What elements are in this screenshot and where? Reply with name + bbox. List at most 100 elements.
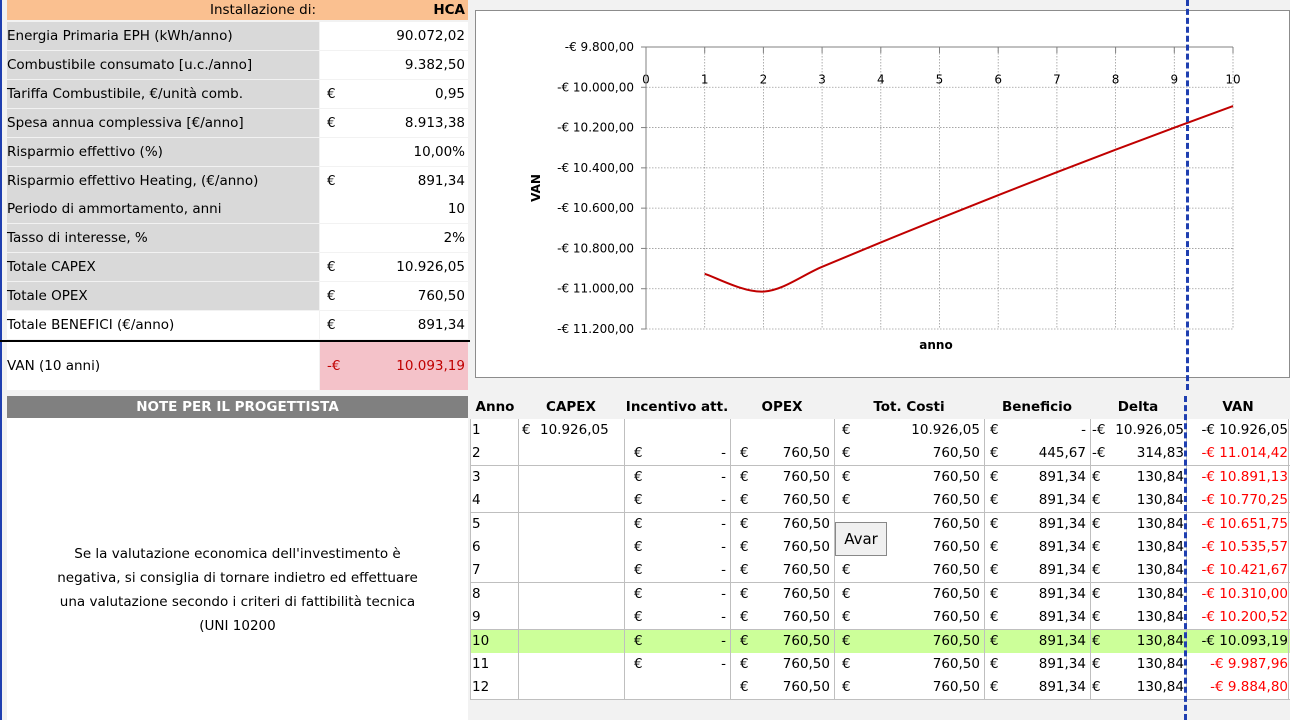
cell-van[interactable]: -€ 9.884,80 bbox=[1188, 676, 1288, 698]
cell-beneficio[interactable]: 891,34 bbox=[1010, 513, 1086, 535]
cell-capex[interactable] bbox=[540, 559, 620, 581]
cell-van[interactable]: -€ 10.770,25 bbox=[1188, 489, 1288, 511]
cell-opex-currency[interactable]: € bbox=[740, 653, 760, 675]
cell-capex[interactable] bbox=[540, 653, 620, 675]
cell-capex[interactable] bbox=[540, 442, 620, 464]
cell-tot-costi[interactable]: 760,50 bbox=[862, 489, 980, 511]
cell-incentivo[interactable]: - bbox=[654, 653, 726, 675]
parameter-value[interactable]: 10 bbox=[360, 195, 468, 224]
cell-beneficio-currency[interactable]: € bbox=[990, 513, 1010, 535]
cell-tot-costi[interactable]: 760,50 bbox=[862, 676, 980, 698]
cell-incentivo-currency[interactable]: € bbox=[634, 653, 654, 675]
cell-tot-currency[interactable]: € bbox=[842, 442, 862, 464]
cell-opex-currency[interactable]: € bbox=[740, 559, 760, 581]
cell-opex-currency[interactable]: € bbox=[740, 536, 760, 558]
parameter-value[interactable]: 891,34 bbox=[360, 166, 468, 195]
cell-delta[interactable]: 130,84 bbox=[1112, 630, 1184, 652]
cell-beneficio-currency[interactable]: € bbox=[990, 419, 1010, 441]
cell-anno[interactable]: 12 bbox=[472, 676, 512, 698]
parameter-value[interactable]: 760,50 bbox=[360, 282, 468, 311]
cell-tot-costi[interactable]: 10.926,05 bbox=[862, 419, 980, 441]
cell-tot-costi[interactable]: 760,50 bbox=[862, 466, 980, 488]
cell-beneficio[interactable]: 891,34 bbox=[1010, 466, 1086, 488]
cell-capex-currency[interactable] bbox=[522, 513, 542, 535]
cell-tot-currency[interactable]: € bbox=[842, 630, 862, 652]
cell-beneficio[interactable]: 891,34 bbox=[1010, 653, 1086, 675]
cell-beneficio-currency[interactable]: € bbox=[990, 653, 1010, 675]
cell-van[interactable]: -€ 10.310,00 bbox=[1188, 583, 1288, 605]
cell-tot-currency[interactable]: € bbox=[842, 559, 862, 581]
cell-capex-currency[interactable]: € bbox=[522, 419, 542, 441]
parameter-value[interactable]: 90.072,02 bbox=[360, 22, 468, 50]
cell-beneficio[interactable]: 445,67 bbox=[1010, 442, 1086, 464]
cell-capex[interactable] bbox=[540, 630, 620, 652]
cell-anno[interactable]: 4 bbox=[472, 489, 512, 511]
cell-opex[interactable]: 760,50 bbox=[760, 630, 830, 652]
cell-tot-currency[interactable]: € bbox=[842, 419, 862, 441]
cell-anno[interactable]: 9 bbox=[472, 606, 512, 628]
cell-tot-costi[interactable]: 760,50 bbox=[862, 442, 980, 464]
cell-anno[interactable]: 5 bbox=[472, 513, 512, 535]
cell-capex[interactable] bbox=[540, 536, 620, 558]
cell-opex[interactable]: 760,50 bbox=[760, 559, 830, 581]
cell-tot-costi[interactable]: 760,50 bbox=[862, 653, 980, 675]
cell-incentivo-currency[interactable]: € bbox=[634, 466, 654, 488]
cell-delta[interactable]: 130,84 bbox=[1112, 583, 1184, 605]
cell-delta-currency[interactable]: € bbox=[1092, 536, 1112, 558]
cell-delta-currency[interactable]: -€ bbox=[1092, 419, 1112, 441]
cell-delta-currency[interactable]: € bbox=[1092, 489, 1112, 511]
cell-incentivo[interactable]: - bbox=[654, 559, 726, 581]
parameter-value[interactable]: 891,34 bbox=[360, 311, 468, 339]
cell-tot-currency[interactable]: € bbox=[842, 489, 862, 511]
cell-capex-currency[interactable] bbox=[522, 442, 542, 464]
cell-delta[interactable]: 130,84 bbox=[1112, 653, 1184, 675]
cell-opex[interactable]: 760,50 bbox=[760, 536, 830, 558]
cell-beneficio-currency[interactable]: € bbox=[990, 676, 1010, 698]
cell-opex[interactable]: 760,50 bbox=[760, 513, 830, 535]
cell-incentivo[interactable]: - bbox=[654, 536, 726, 558]
cell-opex-currency[interactable]: € bbox=[740, 489, 760, 511]
cell-capex[interactable] bbox=[540, 489, 620, 511]
cell-incentivo-currency[interactable] bbox=[634, 676, 654, 698]
cell-van[interactable]: -€ 10.651,75 bbox=[1188, 513, 1288, 535]
cell-delta[interactable]: 130,84 bbox=[1112, 513, 1184, 535]
cell-van[interactable]: -€ 10.926,05 bbox=[1188, 419, 1288, 441]
cell-beneficio[interactable]: 891,34 bbox=[1010, 676, 1086, 698]
cell-capex-currency[interactable] bbox=[522, 653, 542, 675]
cell-delta[interactable]: 130,84 bbox=[1112, 606, 1184, 628]
cell-van[interactable]: -€ 10.891,13 bbox=[1188, 466, 1288, 488]
cell-incentivo[interactable]: - bbox=[654, 630, 726, 652]
cell-opex[interactable]: 760,50 bbox=[760, 442, 830, 464]
cell-beneficio-currency[interactable]: € bbox=[990, 489, 1010, 511]
parameter-value[interactable]: 8.913,38 bbox=[360, 108, 468, 137]
cell-incentivo-currency[interactable]: € bbox=[634, 583, 654, 605]
cell-opex[interactable] bbox=[760, 419, 830, 441]
cell-incentivo[interactable]: - bbox=[654, 442, 726, 464]
cell-opex-currency[interactable]: € bbox=[740, 583, 760, 605]
cell-tot-costi[interactable]: 760,50 bbox=[862, 606, 980, 628]
cell-beneficio[interactable]: 891,34 bbox=[1010, 606, 1086, 628]
cell-opex[interactable]: 760,50 bbox=[760, 583, 830, 605]
cell-tot-costi[interactable]: 760,50 bbox=[862, 559, 980, 581]
cell-delta-currency[interactable]: € bbox=[1092, 630, 1112, 652]
cell-tot-currency[interactable]: € bbox=[842, 653, 862, 675]
cell-opex-currency[interactable]: € bbox=[740, 606, 760, 628]
cell-van[interactable]: -€ 10.421,67 bbox=[1188, 559, 1288, 581]
cell-van[interactable]: -€ 10.093,19 bbox=[1188, 630, 1288, 652]
cell-incentivo-currency[interactable]: € bbox=[634, 606, 654, 628]
cell-opex-currency[interactable] bbox=[740, 419, 760, 441]
cell-opex-currency[interactable]: € bbox=[740, 466, 760, 488]
parameter-value[interactable]: 0,95 bbox=[360, 79, 468, 108]
cell-delta[interactable]: 130,84 bbox=[1112, 676, 1184, 698]
cell-beneficio-currency[interactable]: € bbox=[990, 536, 1010, 558]
cell-delta-currency[interactable]: € bbox=[1092, 466, 1112, 488]
cell-delta[interactable]: 130,84 bbox=[1112, 536, 1184, 558]
parameter-value[interactable]: 9.382,50 bbox=[360, 50, 468, 79]
cell-capex-currency[interactable] bbox=[522, 489, 542, 511]
parameter-value[interactable]: 10,00% bbox=[360, 137, 468, 166]
parameter-value[interactable]: 10.926,05 bbox=[360, 253, 468, 282]
van-chart[interactable]: -€ 9.800,00 -€ 10.000,00 -€ 10.200,00 -€ 10… bbox=[475, 10, 1290, 378]
cell-anno[interactable]: 7 bbox=[472, 559, 512, 581]
cell-beneficio-currency[interactable]: € bbox=[990, 606, 1010, 628]
cell-anno[interactable]: 1 bbox=[472, 419, 512, 441]
